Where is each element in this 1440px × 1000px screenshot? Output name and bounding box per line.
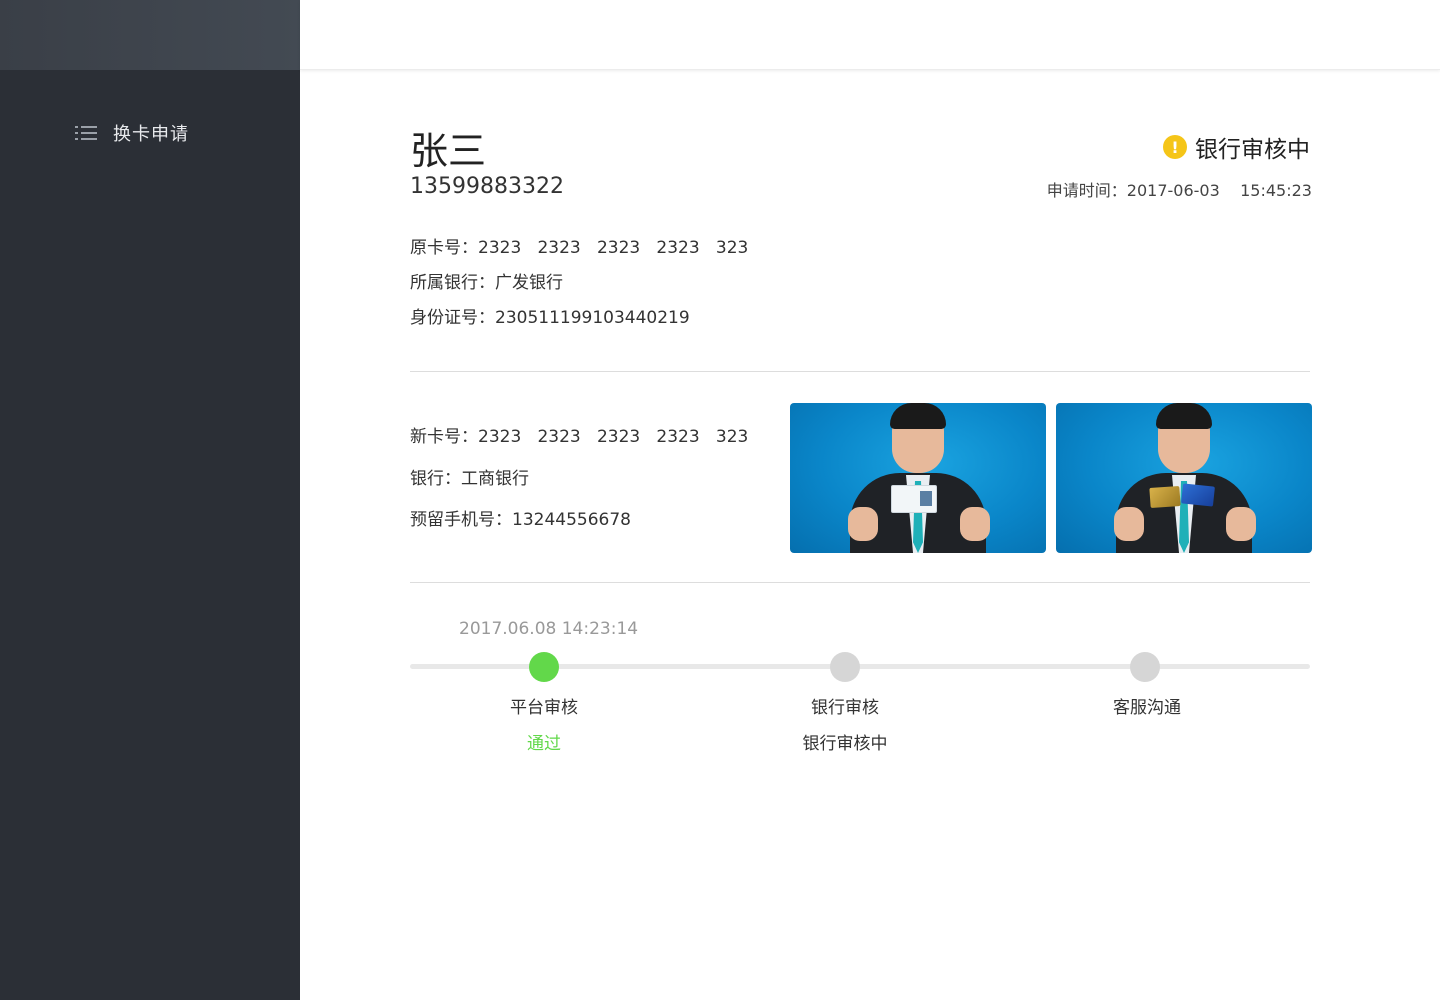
old-card-number: 原卡号：2323 2323 2323 2323 323	[410, 238, 749, 258]
step-label-platform-review: 平台审核	[510, 698, 578, 718]
list-icon	[75, 125, 97, 141]
divider	[410, 582, 1310, 583]
old-card-bank: 所属银行：广发银行	[410, 273, 563, 293]
progress-timestamp: 2017.06.08 14:23:14	[459, 619, 639, 639]
sidebar: 换卡申请	[0, 0, 300, 1000]
applicant-name: 张三	[410, 129, 487, 173]
step-node-customer-service	[1130, 652, 1160, 682]
id-number: 身份证号：230511199103440219	[410, 308, 690, 328]
sidebar-header	[0, 0, 300, 70]
application-detail: 张三 13599883322 ! 银行审核中 申请时间：2017-06-03 1…	[410, 0, 1312, 1000]
sidebar-item-card-replacement[interactable]: 换卡申请	[75, 118, 189, 148]
id-card-photo[interactable]	[790, 403, 1046, 553]
status-text: 银行审核中	[1195, 137, 1310, 163]
new-card-bank: 银行：工商银行	[410, 469, 529, 489]
bank-card-photo[interactable]	[1056, 403, 1312, 553]
applicant-phone: 13599883322	[410, 174, 564, 199]
apply-time: 申请时间：2017-06-03 15:45:23	[1046, 181, 1312, 200]
sidebar-item-label: 换卡申请	[113, 124, 189, 145]
step-node-bank-review	[830, 652, 860, 682]
step-label-bank-review: 银行审核	[811, 698, 879, 718]
step-status-platform-review: 通过	[527, 734, 561, 754]
status-badge: ! 银行审核中	[1163, 130, 1310, 164]
warning-icon: !	[1163, 135, 1187, 159]
step-node-platform-review	[529, 652, 559, 682]
step-label-customer-service: 客服沟通	[1113, 698, 1181, 718]
step-status-bank-review: 银行审核中	[802, 734, 888, 754]
reserved-phone: 预留手机号：13244556678	[410, 510, 631, 530]
divider	[410, 371, 1310, 372]
new-card-number: 新卡号：2323 2323 2323 2323 323	[410, 427, 749, 447]
